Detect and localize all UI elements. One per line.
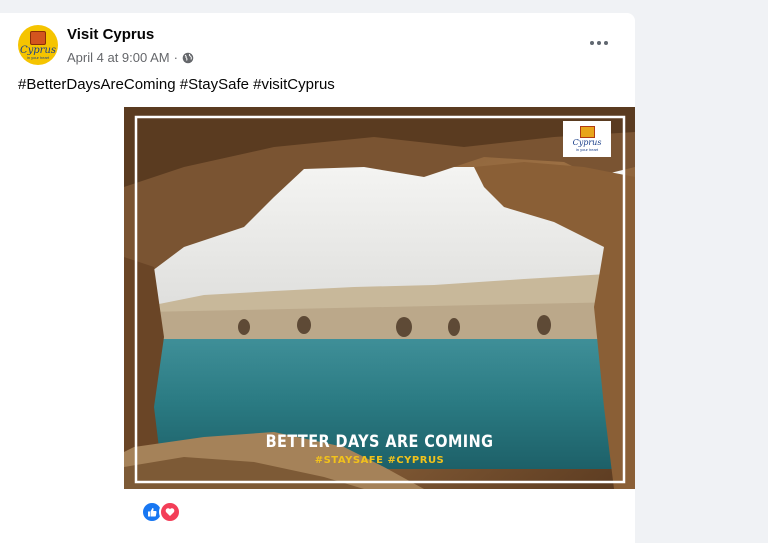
image-tagline: #STAYSAFE #CYPRUS [314, 455, 445, 466]
post-image[interactable]: Cyprus in your heart BETTER DAYS ARE COM… [124, 107, 635, 489]
post-card: Cyprus in your heart Visit Cyprus April … [0, 13, 635, 543]
post-meta: April 4 at 9:00 AM · [67, 50, 194, 65]
cyprus-logo-icon [579, 126, 595, 138]
post-timestamp[interactable]: April 4 at 9:00 AM [67, 50, 170, 65]
reaction-summary[interactable] [141, 501, 181, 523]
more-options-button[interactable] [583, 33, 615, 53]
post-author-name[interactable]: Visit Cyprus [67, 26, 154, 43]
more-dot [604, 41, 608, 45]
more-options-icon [590, 41, 594, 45]
cyprus-logo-icon [30, 30, 46, 45]
avatar-logo-subtext: in your heart [26, 54, 50, 60]
more-dot [597, 41, 601, 45]
image-headline: BETTER DAYS ARE COMING [265, 432, 494, 452]
avatar-logo-text: Cyprus [19, 44, 57, 56]
badge-logo-text: Cyprus [572, 138, 602, 147]
post-caption: #BetterDaysAreComing #StaySafe #visitCyp… [18, 76, 335, 93]
globe-icon[interactable] [182, 52, 194, 64]
badge-logo-subtext: in your heart [575, 147, 599, 152]
cyprus-badge-logo: Cyprus in your heart [563, 121, 611, 157]
meta-separator: · [173, 50, 178, 65]
love-icon [159, 501, 181, 523]
page-avatar[interactable]: Cyprus in your heart [18, 25, 58, 65]
